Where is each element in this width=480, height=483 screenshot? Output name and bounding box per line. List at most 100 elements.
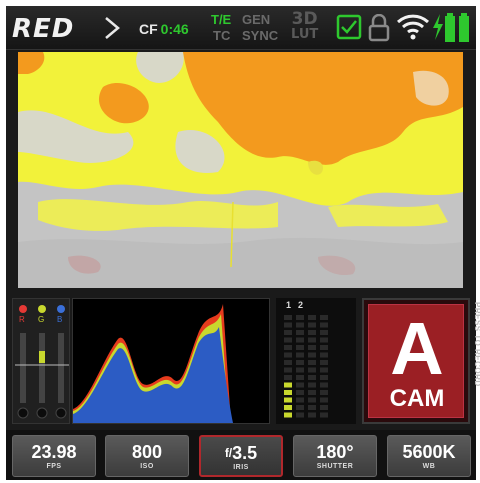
audio-segment [296, 390, 304, 395]
audio-segment [296, 360, 304, 365]
audio-segment [284, 412, 292, 418]
audio-segment [284, 345, 292, 350]
audio-segment [308, 315, 316, 320]
audio-segment [320, 367, 328, 373]
audio-segment [320, 375, 328, 380]
battery-icon [445, 13, 455, 42]
parameter-bar: 23.98 FPS 800 ISO f/3.5 IRIS 180° SHUTTE… [6, 430, 476, 480]
audio-segment [320, 352, 328, 358]
audio-segment [284, 330, 292, 335]
lut-top: 3D [291, 9, 318, 29]
wifi-icon[interactable] [396, 12, 430, 40]
audio-segment [320, 337, 328, 343]
shutter-label: SHUTTER [316, 463, 354, 470]
sync-label: SYNC [242, 28, 279, 43]
audio-segment [284, 390, 292, 395]
audio-segment [284, 397, 292, 403]
checkbox-icon[interactable] [336, 14, 362, 40]
audio-segment [308, 345, 316, 350]
audio-segment [308, 375, 316, 380]
audio-segment [284, 367, 292, 373]
audio-segment [308, 337, 316, 343]
camera-ui-screen: RED CF 0:46 T/E TC GEN SYNC 3D LUT R G B… [6, 6, 480, 480]
audio-segment [296, 397, 304, 403]
battery-icon [459, 13, 469, 42]
audio-segment [296, 412, 304, 418]
audio-segment [296, 405, 304, 410]
tc-bottom-label: TC [213, 28, 231, 43]
audio-segment [296, 367, 304, 373]
iris-value: 3.5 [232, 443, 258, 463]
audio-segment [296, 345, 304, 350]
cf-label: CF [139, 21, 158, 37]
audio-segment [284, 322, 292, 328]
press-to-record-label: PRESS TO RECORD [473, 302, 480, 387]
audio-segment [284, 405, 292, 410]
live-view-false-color[interactable] [18, 52, 463, 288]
audio-segment [296, 322, 304, 328]
audio-segment [308, 390, 316, 395]
fps-button[interactable]: 23.98 FPS [12, 435, 96, 477]
audio-segment [308, 412, 316, 418]
audio-segment [284, 382, 292, 388]
audio-segment [320, 360, 328, 365]
audio-segment [296, 382, 304, 388]
audio-segment [284, 360, 292, 365]
audio-segment [284, 352, 292, 358]
audio-segment [296, 337, 304, 343]
iso-value: 800 [131, 442, 163, 462]
iris-label: IRIS [233, 464, 249, 471]
red-logo: RED [12, 14, 75, 44]
power-bolt-icon [433, 14, 443, 40]
cam-letter: A [390, 307, 444, 390]
green-dot [38, 305, 46, 313]
audio-segment [284, 375, 292, 380]
cam-label: CAM [389, 385, 445, 412]
wb-label: WB [422, 463, 436, 470]
status-bar: RED CF 0:46 T/E TC GEN SYNC 3D LUT [6, 6, 476, 50]
audio-segment [320, 322, 328, 328]
audio-segment [320, 330, 328, 335]
histogram[interactable] [72, 298, 270, 424]
blue-dot [57, 305, 65, 313]
iris-button[interactable]: f/3.5 IRIS [199, 435, 283, 477]
cf-time: 0:46 [160, 21, 189, 37]
audio-channel-1: 1 [286, 300, 292, 310]
audio-segment [296, 375, 304, 380]
shutter-value: 180° [316, 442, 354, 462]
record-button[interactable]: A CAM [362, 298, 470, 424]
audio-meters[interactable]: 1 2 [276, 298, 356, 424]
lock-icon[interactable] [368, 14, 390, 42]
audio-channel-2: 2 [298, 300, 304, 310]
blue-label: B [57, 315, 63, 324]
cam-badge: A CAM [368, 304, 464, 418]
audio-segment [320, 405, 328, 410]
rgb-meters: R G B [12, 298, 70, 424]
audio-meter-graphic [284, 315, 328, 418]
audio-segment [284, 337, 292, 343]
wb-button[interactable]: 5600K WB [387, 435, 471, 477]
shutter-button[interactable]: 180° SHUTTER [293, 435, 377, 477]
audio-segment [296, 315, 304, 320]
lut-bottom: LUT [291, 27, 319, 42]
iso-button[interactable]: 800 ISO [105, 435, 189, 477]
fps-value: 23.98 [31, 442, 77, 462]
iso-label: ISO [140, 463, 154, 470]
lut-tile[interactable]: 3D LUT [291, 9, 319, 43]
audio-segment [320, 390, 328, 395]
audio-segment [308, 367, 316, 373]
audio-segment [320, 412, 328, 418]
audio-segment [296, 330, 304, 335]
audio-segment [284, 315, 292, 320]
media-remaining[interactable]: CF 0:46 [139, 21, 189, 37]
audio-segment [308, 360, 316, 365]
red-label: R [19, 315, 25, 324]
audio-segment [308, 352, 316, 358]
wb-value: 5600K [402, 442, 456, 462]
audio-segment [320, 345, 328, 350]
red-dot [19, 305, 27, 313]
audio-segment [308, 322, 316, 328]
audio-segment [308, 405, 316, 410]
audio-segment [308, 330, 316, 335]
fps-label: FPS [46, 463, 62, 470]
